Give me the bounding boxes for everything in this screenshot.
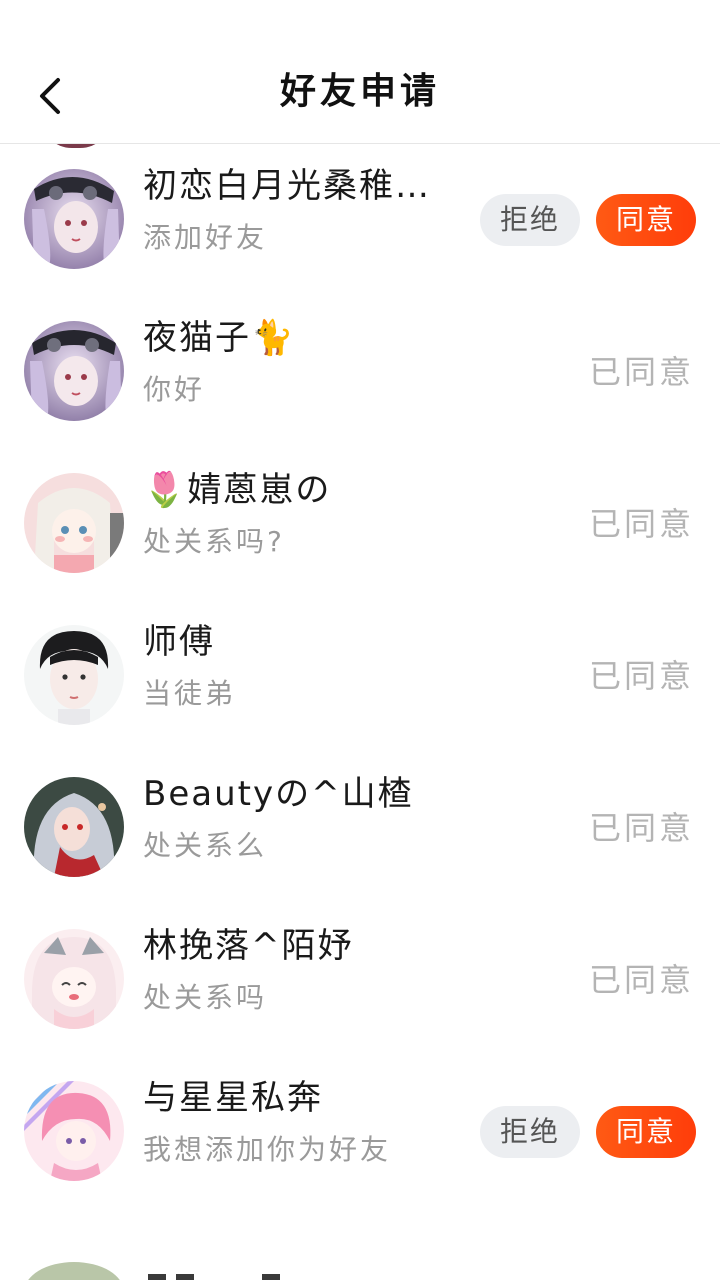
list-item: 🌷婧蒽崽の 处关系吗? 已同意 — [0, 448, 720, 600]
agreed-status: 已同意 — [588, 353, 694, 391]
agreed-status: 已同意 — [588, 809, 694, 847]
list-item: Beautyの^山楂 处关系么 已同意 — [0, 752, 720, 904]
avatar[interactable] — [24, 473, 124, 573]
requester-name: 初恋白月光桑稚… — [143, 166, 431, 206]
requester-name: 师傅 — [143, 622, 215, 662]
list-item: 夜猫子🐈 你好 已同意 — [0, 296, 720, 448]
agreed-status: 已同意 — [588, 657, 694, 695]
request-message: 我想添加你为好友 — [143, 1133, 392, 1166]
list-item: 与星星私奔 我想添加你为好友 拒绝 同意 — [0, 1056, 720, 1208]
request-message: 处关系么 — [143, 829, 268, 862]
list-item: 林挽落^陌妤 处关系吗 已同意 — [0, 904, 720, 1056]
agree-button[interactable]: 同意 — [596, 1106, 696, 1158]
request-message: 处关系吗? — [143, 525, 285, 558]
requester-name: 🌷婧蒽崽の — [143, 470, 332, 510]
friend-requests-screen: 好友申请 初恋白月光桑稚… 添加好友 拒绝 同意 夜猫子🐈 你好 已同意 🌷婧蒽… — [0, 0, 720, 1280]
request-message: 你好 — [143, 373, 206, 406]
avatar[interactable] — [24, 777, 124, 877]
avatar[interactable] — [24, 321, 124, 421]
requester-name: 夜猫子🐈 — [143, 318, 296, 358]
reject-button[interactable]: 拒绝 — [480, 194, 580, 246]
next-list-item-partial — [0, 1262, 720, 1280]
list-item: 初恋白月光桑稚… 添加好友 拒绝 同意 — [0, 144, 720, 296]
request-message: 处关系吗 — [143, 981, 268, 1014]
page-title: 好友申请 — [279, 71, 440, 112]
requester-name: 林挽落^陌妤 — [143, 926, 354, 966]
request-message: 添加好友 — [143, 221, 268, 254]
agreed-status: 已同意 — [588, 961, 694, 999]
reject-button[interactable]: 拒绝 — [480, 1106, 580, 1158]
avatar[interactable] — [24, 929, 124, 1029]
top-bar: 好友申请 — [0, 0, 720, 144]
requester-name: Beautyの^山楂 — [143, 774, 414, 814]
request-message: 当徒弟 — [143, 677, 237, 710]
agree-button[interactable]: 同意 — [596, 194, 696, 246]
avatar[interactable] — [24, 169, 124, 269]
avatar[interactable] — [24, 1081, 124, 1181]
avatar[interactable] — [24, 625, 124, 725]
requester-name: 与星星私奔 — [143, 1078, 323, 1118]
agreed-status: 已同意 — [588, 505, 694, 543]
list-item: 师傅 当徒弟 已同意 — [0, 600, 720, 752]
